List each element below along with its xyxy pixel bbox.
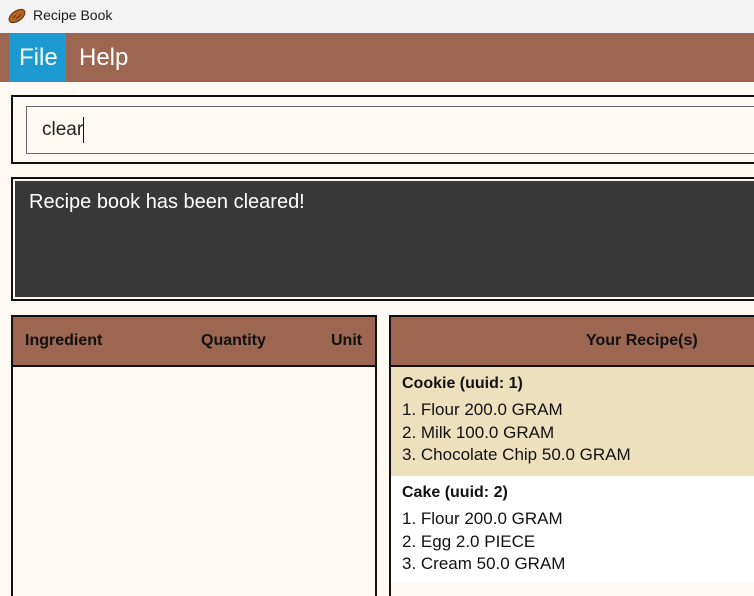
column-header-unit: Unit: [331, 332, 363, 349]
recipe-list-title: Your Recipe(s): [586, 332, 698, 349]
file-menu[interactable]: File: [9, 33, 66, 82]
recipe-list-header: Your Recipe(s): [391, 317, 754, 367]
command-input[interactable]: clear: [26, 106, 754, 154]
column-header-ingredient: Ingredient: [25, 332, 103, 349]
recipe-ingredient-line: 2. Egg 2.0 PIECE: [402, 531, 536, 551]
recipe-card[interactable]: Cookie (uuid: 1) 1. Flour 200.0 GRAM 2. …: [391, 367, 754, 476]
ingredient-table-header: Ingredient Quantity Unit: [13, 317, 375, 367]
recipe-title: Cake (uuid: 2): [402, 484, 508, 501]
help-menu[interactable]: Help: [69, 33, 138, 82]
result-message: Recipe book has been cleared!: [15, 181, 754, 297]
text-caret: [83, 116, 85, 143]
recipe-book-app-icon: [8, 8, 26, 24]
command-text: clear: [42, 119, 84, 140]
recipe-title: Cookie (uuid: 1): [402, 375, 523, 392]
recipe-ingredient-line: 3. Cream 50.0 GRAM: [402, 554, 566, 573]
menu-bar: File Help: [0, 33, 754, 82]
result-display: Recipe book has been cleared!: [11, 177, 754, 301]
recipe-card[interactable]: Cake (uuid: 2) 1. Flour 200.0 GRAM 2. Eg…: [391, 476, 754, 583]
recipe-ingredient-line: 3. Chocolate Chip 50.0 GRAM: [402, 445, 631, 464]
command-box: clear: [11, 95, 754, 164]
ingredient-panel: Ingredient Quantity Unit: [11, 315, 377, 596]
column-header-quantity: Quantity: [201, 332, 266, 349]
recipe-ingredient-line: 1. Flour 200.0 GRAM: [402, 509, 563, 528]
recipe-panel: Your Recipe(s) Cookie (uuid: 1) 1. Flour…: [389, 315, 754, 596]
recipe-ingredient-line: 1. Flour 200.0 GRAM: [402, 400, 563, 419]
window-title: Recipe Book: [33, 7, 113, 23]
title-bar: Recipe Book: [0, 0, 754, 33]
recipe-ingredient-line: 2. Milk 100.0 GRAM: [402, 422, 555, 442]
